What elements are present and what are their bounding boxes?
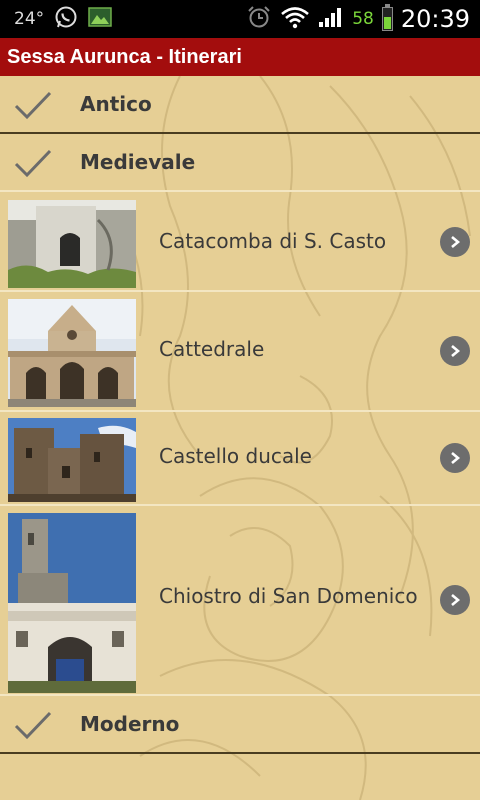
chiostro-thumbnail-image [8, 513, 136, 693]
section-row-medievale[interactable]: Medievale [0, 134, 480, 192]
section-row-antico[interactable]: Antico [0, 76, 480, 134]
item-label: Cattedrale [159, 337, 265, 361]
chevron-right-icon[interactable] [440, 227, 470, 257]
section-label: Moderno [80, 712, 180, 736]
section-label: Medievale [80, 150, 196, 174]
gallery-icon [88, 6, 112, 32]
chevron-right-icon[interactable] [440, 585, 470, 615]
list-item-cattedrale[interactable]: Cattedrale [0, 292, 480, 412]
item-label: Catacomba di S. Casto [159, 229, 387, 253]
item-label: Chiostro di San Domenico [159, 584, 418, 608]
checkmark-icon [14, 148, 52, 182]
whatsapp-icon [54, 5, 78, 33]
status-bar: 24° 58 20:39 [0, 0, 480, 38]
chevron-right-icon[interactable] [440, 336, 470, 366]
list-item-catacomba[interactable]: Catacomba di S. Casto [0, 192, 480, 292]
list-item-castello[interactable]: Castello ducale [0, 412, 480, 506]
list-item-chiostro[interactable]: Chiostro di San Domenico [0, 506, 480, 696]
checkmark-icon [14, 90, 52, 124]
item-label: Castello ducale [159, 444, 312, 468]
checkmark-icon [14, 710, 52, 744]
castello-thumbnail-image [8, 418, 136, 502]
section-row-moderno[interactable]: Moderno [0, 696, 480, 754]
cattedrale-thumbnail-image [8, 299, 136, 407]
temperature-text: 24° [14, 9, 45, 29]
itinerary-list[interactable]: Antico Medievale Catacomba di S. Casto C… [0, 76, 480, 800]
wifi-icon [280, 5, 310, 33]
app-title-bar: Sessa Aurunca - Itinerari [0, 38, 480, 76]
app-title: Sessa Aurunca - Itinerari [7, 45, 242, 68]
signal-icon [318, 6, 344, 32]
chevron-right-icon[interactable] [440, 443, 470, 473]
battery-icon [381, 4, 393, 31]
alarm-icon [246, 5, 272, 33]
catacomba-thumbnail-image [8, 200, 136, 288]
battery-level-text: 58 [352, 9, 374, 29]
section-label: Antico [80, 92, 152, 116]
clock-text: 20:39 [400, 5, 470, 33]
